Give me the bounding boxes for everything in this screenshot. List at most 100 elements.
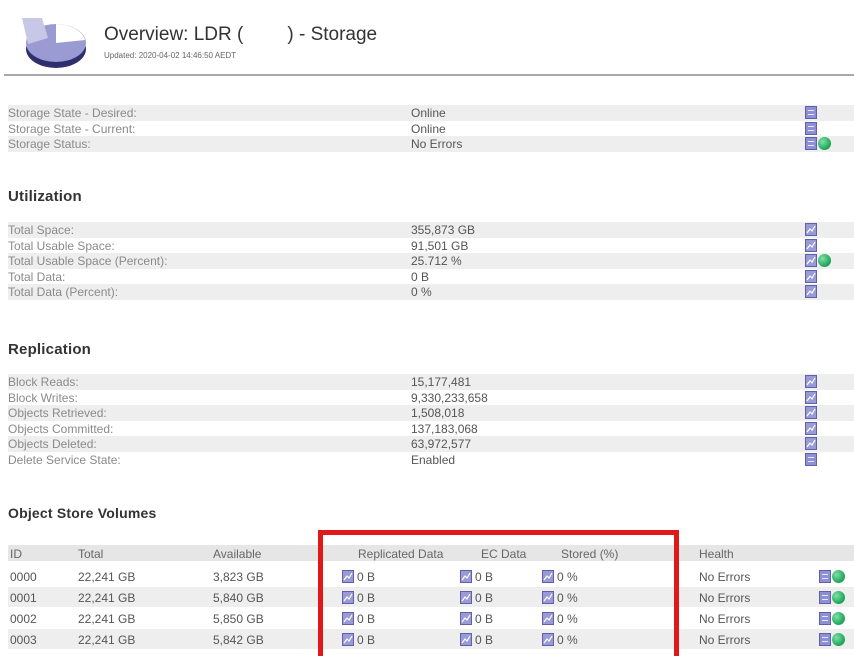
status-ok-icon — [818, 254, 831, 268]
doc-icon[interactable] — [819, 612, 831, 625]
doc-icon[interactable] — [819, 633, 831, 646]
attribute-value: 137,183,068 — [411, 421, 478, 436]
status-ok-icon — [832, 591, 845, 604]
volume-health: No Errors — [699, 612, 751, 626]
doc-icon[interactable] — [805, 106, 817, 119]
health-actions — [819, 591, 845, 609]
chart-icon[interactable] — [805, 437, 817, 451]
volume-id: 0000 — [10, 570, 37, 584]
chart-icon[interactable] — [805, 406, 817, 420]
attribute-row: Storage State - Desired: Online — [8, 105, 854, 121]
status-ok-icon — [832, 612, 845, 625]
storage-pie-chart-logo — [22, 18, 86, 68]
volume-total: 22,241 GB — [78, 633, 136, 647]
doc-icon[interactable] — [805, 137, 817, 151]
utilization-heading: Utilization — [8, 188, 82, 205]
attribute-value: 9,330,233,658 — [411, 390, 488, 405]
attribute-row: Objects Committed: 137,183,068 — [8, 421, 854, 437]
attribute-row: Delete Service State: Enabled — [8, 452, 854, 468]
attribute-row: Total Space: 355,873 GB — [8, 222, 854, 238]
attribute-label: Objects Deleted: — [8, 437, 97, 452]
col-header-id[interactable]: ID — [10, 547, 22, 561]
attribute-row: Total Data (Percent): 0 % — [8, 284, 854, 303]
attribute-label: Total Data: — [8, 269, 66, 284]
attribute-label: Total Data (Percent): — [8, 285, 119, 300]
volume-available: 5,850 GB — [213, 612, 264, 626]
chart-icon[interactable] — [805, 375, 817, 388]
attribute-label: Storage State - Current: — [8, 121, 136, 136]
health-actions — [819, 612, 845, 630]
volume-available: 5,840 GB — [213, 591, 264, 605]
volume-available: 5,842 GB — [213, 633, 264, 647]
attribute-actions — [805, 137, 831, 155]
attribute-value: Online — [411, 106, 446, 120]
attribute-label: Storage Status: — [8, 137, 91, 152]
doc-icon[interactable] — [819, 570, 831, 583]
chart-icon[interactable] — [805, 269, 817, 283]
volume-total: 22,241 GB — [78, 570, 136, 584]
volume-health: No Errors — [699, 570, 751, 584]
chart-icon[interactable] — [805, 254, 817, 268]
header-divider — [4, 74, 854, 76]
attribute-row: Storage State - Current: Online — [8, 121, 854, 137]
volume-id: 0002 — [10, 612, 37, 626]
attribute-actions — [805, 285, 817, 303]
attribute-value: 0 B — [411, 269, 430, 284]
attribute-row: Block Writes: 9,330,233,658 — [8, 390, 854, 406]
attribute-row: Block Reads: 15,177,481 — [8, 374, 854, 390]
attribute-value: 25.712 % — [411, 254, 462, 269]
chart-icon[interactable] — [805, 238, 817, 252]
attribute-label: Storage State - Desired: — [8, 106, 137, 120]
attribute-row: Storage Status: No Errors — [8, 136, 854, 155]
chart-icon[interactable] — [805, 223, 817, 236]
attribute-label: Objects Committed: — [8, 421, 114, 436]
status-ok-icon — [832, 570, 845, 583]
attribute-value: 63,972,577 — [411, 437, 472, 452]
replication-heading: Replication — [8, 341, 92, 358]
attribute-label: Block Reads: — [8, 375, 79, 389]
attribute-row: Objects Retrieved: 1,508,018 — [8, 405, 854, 422]
replicated-ec-stored-highlight-box — [318, 530, 679, 656]
chart-icon[interactable] — [805, 390, 817, 404]
attribute-row: Total Data: 0 B — [8, 269, 854, 285]
page-title-suffix: ) - Storage — [287, 24, 378, 45]
col-header-total[interactable]: Total — [78, 547, 103, 561]
attribute-value: 0 % — [411, 285, 432, 300]
col-header-available[interactable]: Available — [213, 547, 261, 561]
health-actions — [819, 570, 845, 588]
attribute-row: Total Usable Space (Percent): 25.712 % — [8, 253, 854, 270]
doc-icon[interactable] — [805, 121, 817, 135]
volume-total: 22,241 GB — [78, 591, 136, 605]
attribute-value: 15,177,481 — [411, 375, 472, 389]
col-header-health[interactable]: Health — [699, 547, 734, 561]
chart-icon[interactable] — [805, 285, 817, 299]
attribute-value: 91,501 GB — [411, 238, 469, 253]
doc-icon[interactable] — [819, 591, 831, 604]
volume-id: 0001 — [10, 591, 37, 605]
attribute-row: Objects Deleted: 63,972,577 — [8, 436, 854, 453]
attribute-label: Total Usable Space (Percent): — [8, 254, 168, 269]
chart-icon[interactable] — [805, 421, 817, 435]
attribute-label: Block Writes: — [8, 390, 78, 405]
attribute-value: Enabled — [411, 453, 456, 467]
attribute-label: Delete Service State: — [8, 453, 121, 467]
volume-id: 0003 — [10, 633, 37, 647]
volume-health: No Errors — [699, 633, 751, 647]
status-ok-icon — [818, 137, 831, 151]
attribute-label: Total Space: — [8, 223, 75, 237]
volume-health: No Errors — [699, 591, 751, 605]
attribute-value: 1,508,018 — [411, 406, 465, 421]
volume-total: 22,241 GB — [78, 612, 136, 626]
attribute-label: Total Usable Space: — [8, 238, 115, 253]
attribute-row: Total Usable Space: 91,501 GB — [8, 238, 854, 254]
attribute-label: Objects Retrieved: — [8, 406, 107, 421]
doc-icon[interactable] — [805, 453, 817, 466]
attribute-value: Online — [411, 121, 446, 136]
page-title: Overview: LDR ( ) - Storage — [104, 24, 377, 46]
page-title-prefix: Overview: LDR ( — [104, 24, 244, 45]
object-store-volumes-heading: Object Store Volumes — [8, 505, 157, 521]
volume-available: 3,823 GB — [213, 570, 264, 584]
attribute-value: 355,873 GB — [411, 223, 476, 237]
last-updated-timestamp: Updated: 2020-04-02 14:46:50 AEDT — [104, 51, 237, 60]
health-actions — [819, 633, 845, 651]
